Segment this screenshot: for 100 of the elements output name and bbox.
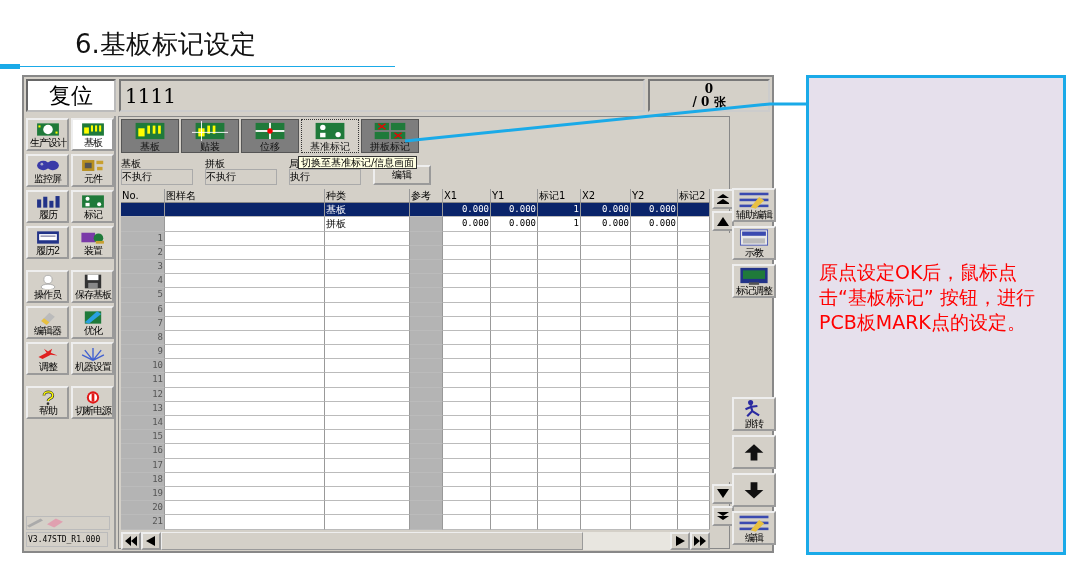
sidebar-button[interactable]: 履历 bbox=[26, 190, 69, 223]
sidebar-button[interactable]: 调整 bbox=[26, 342, 69, 375]
table-cell bbox=[678, 373, 710, 388]
sidebar-button[interactable]: 基板 bbox=[71, 118, 114, 151]
column-header: 标记2 bbox=[678, 189, 710, 204]
table-row[interactable]: 基板 0.000 0.000 1 0.000 0.000 bbox=[121, 203, 710, 218]
table-cell bbox=[410, 345, 443, 360]
table-cell bbox=[631, 373, 678, 388]
program-field: 1111 bbox=[119, 79, 645, 112]
tab[interactable]: 拼板标记 bbox=[361, 119, 419, 153]
sidebar-button[interactable]: 操作员 bbox=[26, 270, 69, 303]
field-label: 局 bbox=[289, 158, 299, 169]
table-cell bbox=[581, 430, 631, 445]
sidebar-button[interactable]: 切断电源 bbox=[71, 386, 114, 419]
eraser-icon bbox=[47, 518, 63, 528]
tab[interactable]: 贴装 bbox=[181, 119, 239, 153]
toolbar-button[interactable] bbox=[732, 473, 776, 507]
table-cell bbox=[443, 288, 491, 303]
table-cell: 拼板 bbox=[325, 217, 410, 232]
sidebar-button[interactable]: 优化 bbox=[71, 306, 114, 339]
scrollbar-thumb[interactable] bbox=[161, 531, 583, 550]
column-header: X2 bbox=[581, 189, 631, 204]
row-number: 21 bbox=[121, 515, 165, 530]
table-cell bbox=[631, 288, 678, 303]
table-cell bbox=[410, 359, 443, 374]
total-text: / 0 张 bbox=[692, 95, 726, 109]
toolbar-button[interactable] bbox=[732, 435, 776, 469]
table-cell: 基板 bbox=[325, 203, 410, 218]
table-cell bbox=[581, 345, 631, 360]
list-edit-icon bbox=[737, 190, 771, 209]
screen-icon bbox=[737, 266, 771, 285]
table-cell: 0.000 bbox=[581, 217, 631, 232]
tab[interactable]: 位移 bbox=[241, 119, 299, 153]
sidebar-button[interactable]: 机器设置 bbox=[71, 342, 114, 375]
sidebar-button[interactable]: 元件 bbox=[71, 154, 114, 187]
sidebar-button[interactable]: 保存基板 bbox=[71, 270, 114, 303]
tab[interactable]: 基准标记 bbox=[301, 119, 359, 153]
scroll-bottom-button[interactable] bbox=[712, 506, 734, 526]
table-cell bbox=[631, 501, 678, 516]
table-cell bbox=[443, 444, 491, 459]
table-cell: 1 bbox=[538, 217, 581, 232]
tooltip: 切换至基准标记/信息画面 bbox=[298, 156, 418, 169]
toolbar-button[interactable]: 跳转 bbox=[732, 397, 776, 431]
double-up-arrow-icon bbox=[717, 194, 729, 204]
sidebar-button[interactable]: 编辑器 bbox=[26, 306, 69, 339]
right-arrow-icon bbox=[674, 535, 686, 546]
toolbar-button[interactable]: 示教 bbox=[732, 226, 776, 260]
sidebar-button[interactable]: 装置 bbox=[71, 226, 114, 259]
scroll-right-button[interactable] bbox=[670, 531, 690, 550]
scroll-first-button[interactable] bbox=[121, 531, 141, 550]
scroll-last-button[interactable] bbox=[690, 531, 710, 550]
scroll-left-button[interactable] bbox=[141, 531, 161, 550]
table-cell bbox=[410, 373, 443, 388]
field-value: 不执行 bbox=[205, 169, 277, 185]
table-cell bbox=[538, 444, 581, 459]
table-cell bbox=[581, 444, 631, 459]
scroll-up-button[interactable] bbox=[712, 211, 734, 231]
count-text: 0 bbox=[704, 82, 714, 96]
table-cell bbox=[678, 416, 710, 431]
table-cell bbox=[581, 373, 631, 388]
sidebar-button[interactable]: 生产设计 bbox=[26, 118, 69, 151]
table-cell bbox=[678, 217, 710, 232]
table-cell bbox=[410, 274, 443, 289]
column-header: 图样名 bbox=[165, 189, 325, 204]
table-cell bbox=[121, 217, 165, 232]
double-right-arrow-icon bbox=[694, 535, 706, 546]
table-cell bbox=[581, 359, 631, 374]
table-cell: 1 bbox=[538, 203, 581, 218]
table-row[interactable]: 拼板 0.000 0.000 1 0.000 0.000 bbox=[121, 217, 710, 232]
table-cell bbox=[538, 274, 581, 289]
table-cell bbox=[678, 274, 710, 289]
column-header: 标记1 bbox=[538, 189, 581, 204]
tab[interactable]: 基板 bbox=[121, 119, 179, 153]
list-edit-icon bbox=[737, 513, 771, 532]
reset-button[interactable]: 复位 bbox=[26, 79, 116, 112]
field-label: 基板 bbox=[121, 158, 141, 169]
table-cell bbox=[491, 373, 538, 388]
table-cell bbox=[538, 373, 581, 388]
sidebar-button[interactable]: 履历2 bbox=[26, 226, 69, 259]
sidebar-button[interactable]: 标记 bbox=[71, 190, 114, 223]
table-cell bbox=[410, 203, 443, 218]
sidebar-button[interactable]: 帮助 bbox=[26, 386, 69, 419]
table-cell bbox=[631, 515, 678, 530]
scroll-down-button[interactable] bbox=[712, 484, 734, 504]
table-cell bbox=[678, 444, 710, 459]
row-number: 10 bbox=[121, 359, 165, 374]
table-cell bbox=[678, 345, 710, 360]
board-crosshair-icon bbox=[192, 120, 228, 141]
row-number: 9 bbox=[121, 345, 165, 360]
scroll-top-button[interactable] bbox=[712, 189, 734, 209]
table-cell bbox=[631, 430, 678, 445]
table-cell bbox=[443, 501, 491, 516]
row-number: 11 bbox=[121, 373, 165, 388]
table-cell bbox=[410, 444, 443, 459]
table-cell bbox=[443, 274, 491, 289]
toolbar-button[interactable]: 标记调整 bbox=[732, 264, 776, 298]
slide-title: 6.基板标记设定 bbox=[74, 28, 257, 60]
sidebar-button[interactable]: 监控屏 bbox=[26, 154, 69, 187]
toolbar-button[interactable]: 编辑 bbox=[732, 511, 776, 545]
toolbar-button[interactable]: 辅助编辑 bbox=[732, 188, 776, 222]
